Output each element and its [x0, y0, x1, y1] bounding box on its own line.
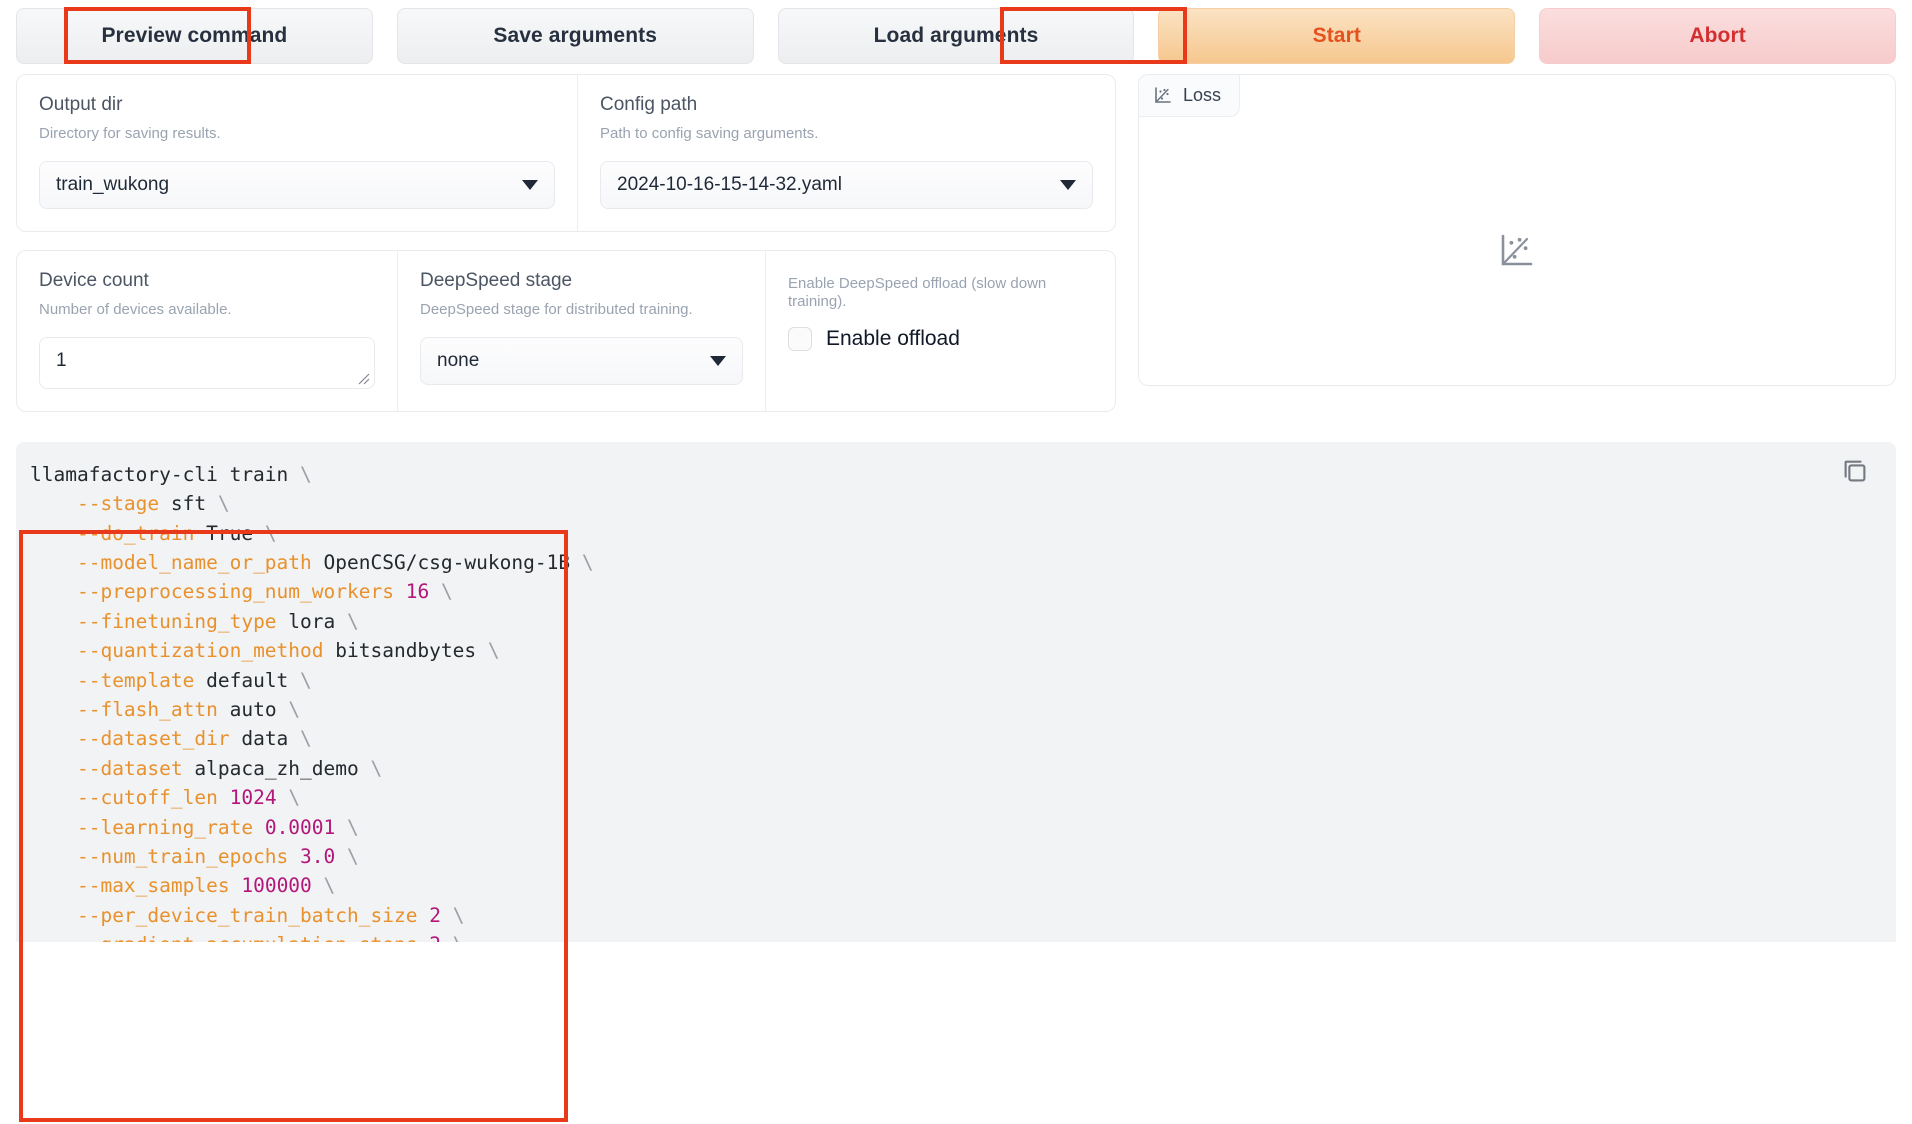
- config-path-help: Path to config saving arguments.: [600, 125, 1093, 143]
- command-output-text: llamafactory-cli train \ --stage sft \ -…: [16, 442, 1896, 942]
- device-count-value: 1: [56, 350, 67, 371]
- offload-checkbox-row[interactable]: Enable offload: [788, 327, 1093, 351]
- config-path-field: Config path Path to config saving argume…: [577, 75, 1115, 231]
- output-dir-value: train_wukong: [56, 174, 169, 196]
- enable-offload-label: Enable offload: [826, 327, 960, 351]
- output-dir-help: Directory for saving results.: [39, 125, 555, 143]
- chevron-down-icon: [710, 356, 726, 366]
- command-output-panel: llamafactory-cli train \ --stage sft \ -…: [16, 442, 1896, 942]
- chevron-down-icon: [1060, 180, 1076, 190]
- load-arguments-button-label: Load arguments: [874, 24, 1039, 48]
- paths-panel: Output dir Directory for saving results.…: [16, 74, 1116, 232]
- abort-button-label: Abort: [1689, 24, 1746, 48]
- config-path-value: 2024-10-16-15-14-32.yaml: [617, 174, 842, 196]
- load-arguments-button[interactable]: Load arguments: [778, 8, 1135, 64]
- device-count-help: Number of devices available.: [39, 301, 375, 319]
- chevron-down-icon: [522, 180, 538, 190]
- config-path-label: Config path: [600, 95, 1093, 116]
- deepspeed-stage-field: DeepSpeed stage DeepSpeed stage for dist…: [397, 251, 765, 411]
- device-count-field: Device count Number of devices available…: [17, 251, 397, 411]
- enable-offload-checkbox[interactable]: [788, 327, 812, 351]
- deepspeed-stage-select[interactable]: none: [420, 337, 743, 385]
- offload-help: Enable DeepSpeed offload (slow down trai…: [788, 275, 1093, 311]
- device-count-input[interactable]: 1: [39, 337, 375, 389]
- preview-command-button-label: Preview command: [101, 24, 287, 48]
- loss-plot-area: [1139, 118, 1895, 385]
- scatter-plot-icon: [1497, 232, 1537, 272]
- loss-panel: Loss: [1138, 74, 1896, 386]
- deepspeed-stage-value: none: [437, 350, 479, 372]
- deepspeed-stage-label: DeepSpeed stage: [420, 271, 743, 292]
- output-dir-label: Output dir: [39, 95, 555, 116]
- abort-button[interactable]: Abort: [1539, 8, 1896, 64]
- loss-column: Loss: [1138, 74, 1896, 386]
- offload-field: Enable DeepSpeed offload (slow down trai…: [765, 251, 1115, 411]
- tab-loss[interactable]: Loss: [1139, 75, 1240, 117]
- toolbar: Preview command Save arguments Load argu…: [0, 0, 1912, 74]
- tab-loss-label: Loss: [1183, 85, 1221, 106]
- deepspeed-panel: Device count Number of devices available…: [16, 250, 1116, 412]
- main-content: Output dir Directory for saving results.…: [0, 74, 1912, 412]
- start-button-label: Start: [1313, 24, 1361, 48]
- copy-icon[interactable]: [1840, 456, 1870, 486]
- settings-column: Output dir Directory for saving results.…: [16, 74, 1116, 412]
- preview-command-button[interactable]: Preview command: [16, 8, 373, 64]
- deepspeed-stage-help: DeepSpeed stage for distributed training…: [420, 301, 743, 319]
- config-path-select[interactable]: 2024-10-16-15-14-32.yaml: [600, 161, 1093, 209]
- output-dir-field: Output dir Directory for saving results.…: [17, 75, 577, 231]
- save-arguments-button-label: Save arguments: [493, 24, 657, 48]
- output-dir-select[interactable]: train_wukong: [39, 161, 555, 209]
- start-button[interactable]: Start: [1158, 8, 1515, 64]
- scatter-plot-icon: [1153, 86, 1173, 106]
- device-count-label: Device count: [39, 271, 375, 292]
- resize-handle-icon[interactable]: [356, 371, 370, 385]
- save-arguments-button[interactable]: Save arguments: [397, 8, 754, 64]
